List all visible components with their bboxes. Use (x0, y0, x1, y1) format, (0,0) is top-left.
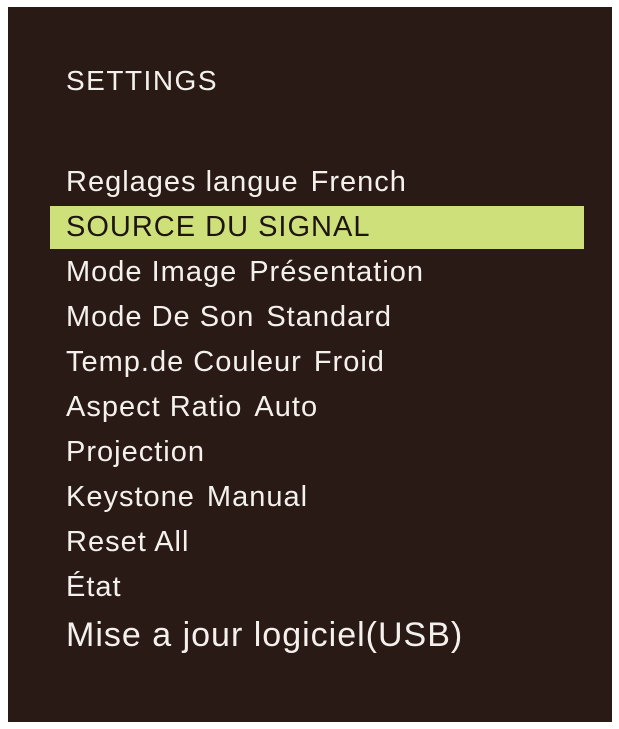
menu-item-label: Projection (66, 436, 205, 468)
menu-item-language[interactable]: Reglages langue French (8, 160, 612, 205)
menu-item-reset-all[interactable]: Reset All (8, 520, 612, 565)
menu-item-keystone[interactable]: Keystone Manual (8, 475, 612, 520)
menu-item-label: Mode Image (66, 256, 238, 288)
menu-item-label: Reglages langue (66, 166, 299, 198)
menu-item-value: Froid (313, 346, 385, 378)
menu-item-picture-mode[interactable]: Mode Image Présentation (8, 250, 612, 295)
menu-item-label: État (66, 571, 122, 603)
menu-item-value: Présentation (249, 256, 425, 288)
menu-item-projection[interactable]: Projection (8, 430, 612, 475)
menu-item-aspect-ratio[interactable]: Aspect Ratio Auto (8, 385, 612, 430)
menu-item-value: French (310, 166, 407, 198)
menu-item-software-update-usb[interactable]: Mise a jour logiciel(USB) (8, 610, 612, 660)
menu-item-label: Mode De Son (66, 301, 255, 333)
menu-item-color-temperature[interactable]: Temp.de Couleur Froid (8, 340, 612, 385)
menu-item-value: Standard (266, 301, 393, 333)
menu-item-sound-mode[interactable]: Mode De Son Standard (8, 295, 612, 340)
menu-item-status[interactable]: État (8, 565, 612, 610)
menu-item-label: Temp.de Couleur (66, 346, 302, 378)
settings-title: SETTINGS (66, 65, 219, 96)
menu-item-value: Auto (254, 391, 319, 423)
menu-item-label: Aspect Ratio (66, 391, 243, 423)
settings-osd-panel: SETTINGS Reglages langue French SOURCE DU… (8, 7, 612, 722)
menu-item-label: Reset All (66, 526, 190, 558)
settings-menu: Reglages langue French SOURCE DU SIGNAL M… (8, 160, 612, 660)
menu-item-signal-source[interactable]: SOURCE DU SIGNAL (8, 205, 612, 250)
menu-item-label: SOURCE DU SIGNAL (66, 211, 371, 243)
menu-item-label: Mise a jour logiciel(USB) (66, 616, 464, 654)
menu-item-label: Keystone (66, 481, 195, 513)
menu-item-value: Manual (206, 481, 309, 513)
